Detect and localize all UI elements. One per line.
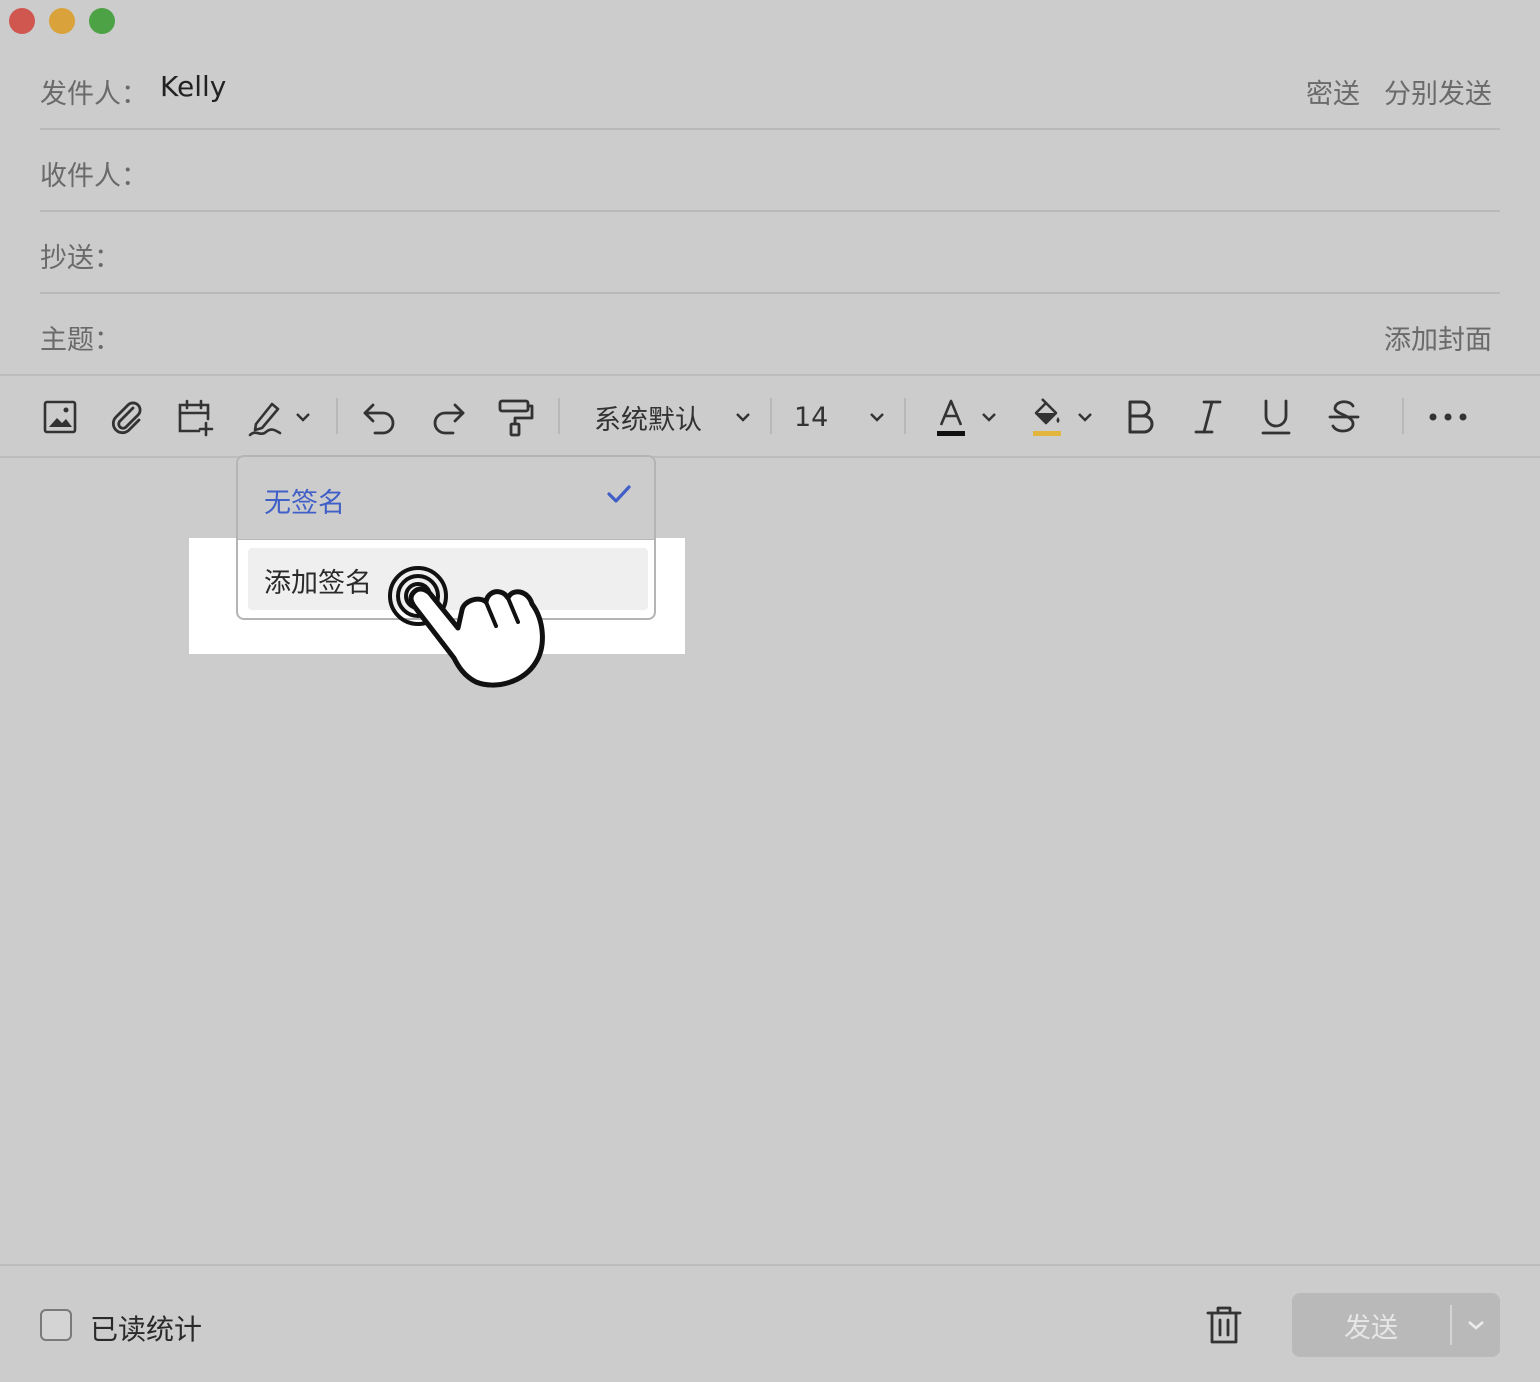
bold-icon[interactable] — [1120, 394, 1160, 440]
hand-pointer-icon — [388, 566, 545, 688]
cc-label: 抄送： — [40, 243, 121, 274]
signature-option-none[interactable]: 无签名 — [238, 457, 654, 540]
from-actions: 密送 分别发送 — [1306, 72, 1492, 111]
font-color-dropdown[interactable] — [932, 394, 1000, 440]
no-signature-label: 无签名 — [264, 488, 345, 519]
subject-label: 主题： — [40, 325, 121, 356]
underline-icon[interactable] — [1256, 394, 1296, 440]
add-signature-label: 添加签名 — [264, 568, 372, 599]
font-color-icon — [937, 399, 965, 436]
strikethrough-icon[interactable] — [1324, 394, 1364, 440]
send-label: 发送 — [1344, 1312, 1398, 1344]
font-family-select[interactable]: 系统默认 — [594, 394, 752, 440]
read-receipt-checkbox[interactable] — [40, 1309, 72, 1341]
subject-actions: 添加封面 — [1384, 318, 1492, 357]
calendar-add-icon[interactable] — [174, 394, 216, 440]
editor-toolbar: 系统默认 14 — [0, 374, 1540, 458]
trash-icon[interactable] — [1204, 1304, 1244, 1346]
separate-send-button[interactable]: 分别发送 — [1384, 72, 1492, 111]
font-family-value: 系统默认 — [594, 404, 702, 436]
cc-row[interactable]: 抄送： — [40, 212, 1500, 294]
redo-icon[interactable] — [428, 394, 468, 440]
from-value[interactable]: Kelly — [160, 70, 226, 103]
footer-divider — [0, 1264, 1540, 1266]
toolbar-divider — [336, 398, 338, 434]
chevron-down-icon — [296, 413, 310, 422]
signature-icon — [248, 402, 282, 437]
image-icon[interactable] — [40, 394, 80, 440]
add-cover-button[interactable]: 添加封面 — [1384, 318, 1492, 357]
format-painter-icon[interactable] — [496, 394, 536, 440]
undo-icon[interactable] — [360, 394, 400, 440]
check-icon — [607, 485, 631, 503]
signature-dropdown[interactable] — [244, 394, 314, 440]
read-receipt-label: 已读统计 — [90, 1313, 203, 1346]
toolbar-divider — [904, 398, 906, 434]
highlight-color-icon — [1033, 398, 1061, 436]
window-controls — [9, 8, 115, 34]
toolbar-divider — [770, 398, 772, 434]
subject-row[interactable]: 主题： 添加封面 — [40, 294, 1500, 376]
close-window-button[interactable] — [9, 8, 35, 34]
font-size-select[interactable]: 14 — [794, 394, 886, 440]
send-options-button[interactable] — [1452, 1319, 1500, 1331]
chevron-down-icon — [1468, 1321, 1484, 1330]
toolbar-divider — [558, 398, 560, 434]
chevron-down-icon — [982, 413, 996, 422]
maximize-window-button[interactable] — [89, 8, 115, 34]
highlight-color-dropdown[interactable] — [1028, 394, 1096, 440]
italic-icon[interactable] — [1188, 394, 1228, 440]
chevron-down-icon — [1078, 413, 1092, 422]
bcc-button[interactable]: 密送 — [1306, 72, 1360, 111]
minimize-window-button[interactable] — [49, 8, 75, 34]
toolbar-divider — [1402, 398, 1404, 434]
more-icon[interactable] — [1424, 394, 1472, 440]
font-size-value: 14 — [794, 401, 829, 433]
chevron-down-icon — [870, 413, 884, 422]
to-row[interactable]: 收件人： — [40, 130, 1500, 212]
send-button[interactable]: 发送 — [1292, 1293, 1500, 1357]
chevron-down-icon — [736, 413, 750, 422]
to-label: 收件人： — [40, 161, 148, 192]
attachment-icon[interactable] — [106, 394, 148, 440]
from-label: 发件人： — [40, 79, 148, 110]
from-row: 发件人： Kelly 密送 分别发送 — [40, 48, 1500, 130]
